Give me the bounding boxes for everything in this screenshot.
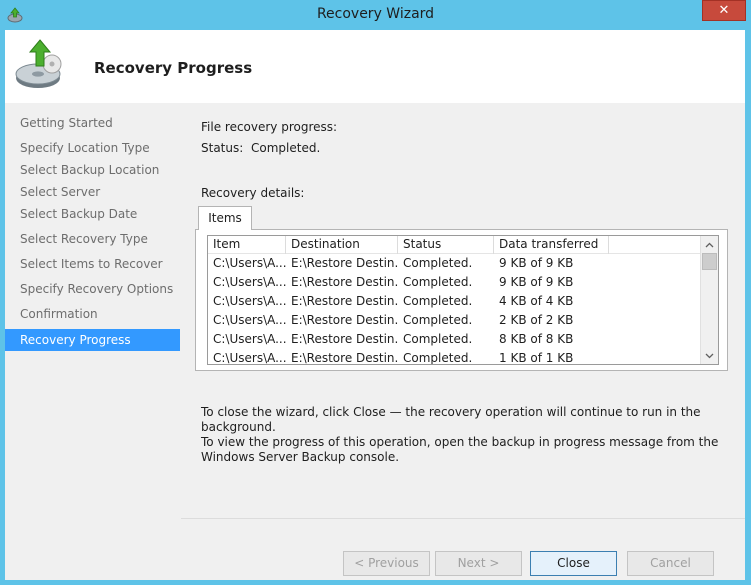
backup-disk-icon (15, 39, 62, 88)
cell-destination: E:\Restore Destin... (291, 313, 398, 327)
sidebar-item-select-recovery-type[interactable]: Select Recovery Type (5, 228, 180, 250)
sidebar-item-confirmation[interactable]: Confirmation (5, 303, 180, 325)
column-header-status[interactable]: Status (398, 236, 494, 254)
cell-status: Completed. (403, 256, 473, 270)
window-close-button[interactable]: ✕ (702, 0, 746, 21)
cell-destination: E:\Restore Destin... (291, 332, 398, 346)
title-bar[interactable]: Recovery Wizard ✕ (0, 0, 751, 30)
cell-data-transferred: 8 KB of 8 KB (499, 332, 574, 346)
column-header-destination[interactable]: Destination (286, 236, 398, 254)
sidebar-item-select-backup-date[interactable]: Select Backup Date (5, 203, 180, 225)
previous-button[interactable]: < Previous (343, 551, 430, 576)
cell-destination: E:\Restore Destin... (291, 351, 398, 365)
cell-item: C:\Users\A... (213, 256, 286, 270)
cell-data-transferred: 4 KB of 4 KB (499, 294, 574, 308)
list-header: Item Destination Status Data transferred (208, 236, 700, 254)
table-row[interactable]: C:\Users\A... E:\Restore Destin... Compl… (208, 311, 700, 330)
recovery-details-label: Recovery details: (201, 186, 305, 200)
sidebar-item-getting-started[interactable]: Getting Started (5, 112, 180, 134)
cell-item: C:\Users\A... (213, 313, 286, 327)
wizard-button-bar: < Previous Next > Close Cancel (181, 518, 745, 580)
cell-item: C:\Users\A... (213, 275, 286, 289)
page-title: Recovery Progress (94, 59, 253, 77)
cell-destination: E:\Restore Destin... (291, 256, 398, 270)
table-row[interactable]: C:\Users\A... E:\Restore Destin... Compl… (208, 330, 700, 349)
list-vertical-scrollbar[interactable] (700, 236, 718, 364)
chevron-down-icon (705, 353, 714, 358)
status-value: Completed. (251, 141, 321, 155)
column-header-data-transferred[interactable]: Data transferred (494, 236, 609, 254)
scroll-down-button[interactable] (701, 347, 718, 364)
close-instructions: To close the wizard, click Close — the r… (201, 405, 731, 465)
column-header-item[interactable]: Item (208, 236, 286, 254)
file-recovery-progress-label: File recovery progress: (201, 120, 338, 134)
wizard-steps-sidebar: Getting Started Specify Location Type Se… (5, 103, 181, 580)
sidebar-item-recovery-progress[interactable]: Recovery Progress (5, 329, 180, 351)
wizard-client-area: Recovery Progress Getting Started Specif… (5, 30, 745, 580)
scroll-up-button[interactable] (701, 236, 718, 253)
chevron-up-icon (705, 242, 714, 247)
table-row[interactable]: C:\Users\A... E:\Restore Destin... Compl… (208, 349, 700, 365)
cancel-button[interactable]: Cancel (627, 551, 714, 576)
items-tab-panel: Item Destination Status Data transferred… (195, 229, 728, 371)
info-line-2: To view the progress of this operation, … (201, 435, 719, 464)
scroll-thumb[interactable] (702, 253, 717, 270)
close-button[interactable]: Close (530, 551, 617, 576)
cell-item: C:\Users\A... (213, 294, 286, 308)
window-title: Recovery Wizard (316, 6, 435, 22)
sidebar-item-select-backup-location[interactable]: Select Backup Location (5, 159, 180, 181)
cell-status: Completed. (403, 313, 473, 327)
sidebar-item-select-server[interactable]: Select Server (5, 181, 180, 203)
cell-status: Completed. (403, 294, 473, 308)
cell-status: Completed. (403, 351, 473, 365)
recovery-items-list[interactable]: Item Destination Status Data transferred… (207, 235, 719, 365)
cell-data-transferred: 9 KB of 9 KB (499, 256, 574, 270)
cell-destination: E:\Restore Destin... (291, 294, 398, 308)
cell-destination: E:\Restore Destin... (291, 275, 398, 289)
table-row[interactable]: C:\Users\A... E:\Restore Destin... Compl… (208, 292, 700, 311)
sidebar-item-select-items-to-recover[interactable]: Select Items to Recover (5, 253, 180, 275)
cell-item: C:\Users\A... (213, 351, 286, 365)
sidebar-item-specify-location-type[interactable]: Specify Location Type (5, 137, 180, 159)
cell-item: C:\Users\A... (213, 332, 286, 346)
sidebar-item-specify-recovery-options[interactable]: Specify Recovery Options (5, 278, 180, 300)
table-row[interactable]: C:\Users\A... E:\Restore Destin... Compl… (208, 254, 700, 273)
cell-status: Completed. (403, 332, 473, 346)
wizard-header: Recovery Progress (5, 30, 745, 103)
wizard-main-panel: File recovery progress: Status: Complete… (181, 103, 745, 580)
cell-data-transferred: 1 KB of 1 KB (499, 351, 574, 365)
status-label: Status: (201, 141, 244, 155)
recovery-wizard-window: Recovery Wizard ✕ Recovery Progress Gett… (0, 0, 751, 585)
tab-items[interactable]: Items (198, 206, 252, 230)
next-button[interactable]: Next > (435, 551, 522, 576)
info-line-1: To close the wizard, click Close — the r… (201, 405, 701, 434)
table-row[interactable]: C:\Users\A... E:\Restore Destin... Compl… (208, 273, 700, 292)
cell-data-transferred: 9 KB of 9 KB (499, 275, 574, 289)
cell-data-transferred: 2 KB of 2 KB (499, 313, 574, 327)
cell-status: Completed. (403, 275, 473, 289)
